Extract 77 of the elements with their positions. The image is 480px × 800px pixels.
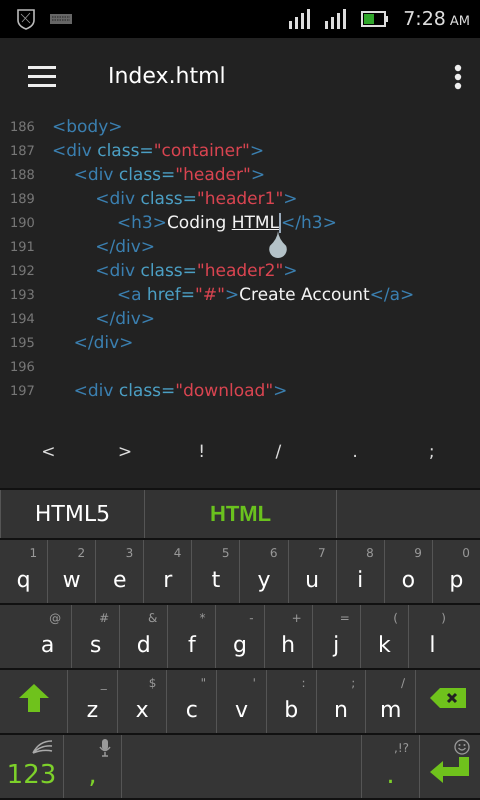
line-number: 190 xyxy=(9,216,36,230)
key[interactable]: w 2 xyxy=(48,540,96,603)
clock-time: 7:28 xyxy=(403,8,446,30)
keyboard-icon xyxy=(50,14,72,24)
key[interactable]: y 6 xyxy=(240,540,289,603)
smiley-icon xyxy=(454,739,470,755)
key[interactable]: h + xyxy=(264,605,313,668)
key[interactable]: a @ xyxy=(24,605,72,668)
symbol-key[interactable]: ! xyxy=(163,438,240,466)
code-line: <div class="header1"> xyxy=(94,189,298,209)
key[interactable]: v ' xyxy=(217,670,267,733)
period-key[interactable]: . ,!? xyxy=(362,735,420,798)
symbol-key[interactable]: / xyxy=(240,438,317,466)
symbol-key[interactable]: < xyxy=(10,438,87,466)
line-number: 191 xyxy=(9,240,36,254)
line-number: 189 xyxy=(9,192,36,206)
text-handle-icon[interactable] xyxy=(266,231,290,258)
line-number: 197 xyxy=(9,384,36,398)
line-number: 192 xyxy=(9,264,36,278)
shift-arrow-icon xyxy=(18,683,50,713)
line-number: 188 xyxy=(9,168,36,182)
line-number: 187 xyxy=(9,144,36,158)
suggestion[interactable]: HTML xyxy=(145,490,337,538)
enter-icon xyxy=(429,756,471,784)
code-line: </div> xyxy=(94,237,156,257)
symbol-key[interactable]: . xyxy=(316,438,394,466)
key[interactable]: i 8 xyxy=(336,540,385,603)
key[interactable]: n ; xyxy=(316,670,366,733)
key[interactable]: r 4 xyxy=(144,540,192,603)
line-number: 194 xyxy=(9,312,36,326)
backspace-icon xyxy=(429,687,468,709)
code-line: <div class="header"> xyxy=(72,165,266,185)
key[interactable]: k ( xyxy=(360,605,409,668)
file-title: Index.html xyxy=(108,64,227,89)
comma-key[interactable]: , xyxy=(64,735,122,798)
key[interactable]: g - xyxy=(216,605,265,668)
microphone-icon xyxy=(99,739,111,757)
signal-icon xyxy=(325,9,348,29)
code-line: <a href="#">Create Account</a> xyxy=(116,285,414,305)
code-line: <div class="container"> xyxy=(52,141,264,161)
menu-icon[interactable] xyxy=(28,66,56,88)
code-line: <div class="download"> xyxy=(72,381,288,401)
battery-icon xyxy=(361,11,390,27)
key[interactable]: u 7 xyxy=(288,540,337,603)
key[interactable]: o 9 xyxy=(384,540,433,603)
code-line: <h3>Coding HTML</h3> xyxy=(116,212,337,234)
key[interactable]: p 0 xyxy=(432,540,480,603)
line-number: 193 xyxy=(9,288,36,302)
line-number: 196 xyxy=(9,360,36,374)
shield-icon xyxy=(16,8,36,30)
code-line: </div> xyxy=(72,333,134,353)
key[interactable]: x $ xyxy=(118,670,168,733)
code-line: <div class="header2"> xyxy=(94,261,298,281)
key[interactable]: z _ xyxy=(68,670,118,733)
numbers-key[interactable]: 123 xyxy=(0,735,64,798)
more-options-icon[interactable] xyxy=(454,64,462,90)
line-number: 186 xyxy=(9,120,36,134)
code-line: </div> xyxy=(94,309,156,329)
key[interactable]: f * xyxy=(168,605,216,668)
swirl-icon xyxy=(31,739,53,755)
key[interactable]: e 3 xyxy=(96,540,144,603)
key[interactable]: j = xyxy=(312,605,361,668)
code-line: <body> xyxy=(52,117,123,137)
key[interactable]: m / xyxy=(366,670,416,733)
symbol-key[interactable]: ; xyxy=(393,438,470,466)
symbol-key[interactable]: > xyxy=(86,438,164,466)
key[interactable]: l ) xyxy=(408,605,456,668)
key[interactable]: c " xyxy=(167,670,218,733)
suggestion[interactable]: HTML5 xyxy=(0,490,145,538)
signal-icon xyxy=(289,9,312,29)
key[interactable]: d & xyxy=(120,605,168,668)
clock-period: AM xyxy=(450,14,470,29)
key[interactable]: q 1 xyxy=(0,540,48,603)
key[interactable]: b : xyxy=(266,670,317,733)
key[interactable]: s # xyxy=(72,605,120,668)
line-number: 195 xyxy=(9,336,36,350)
key[interactable]: t 5 xyxy=(192,540,240,603)
